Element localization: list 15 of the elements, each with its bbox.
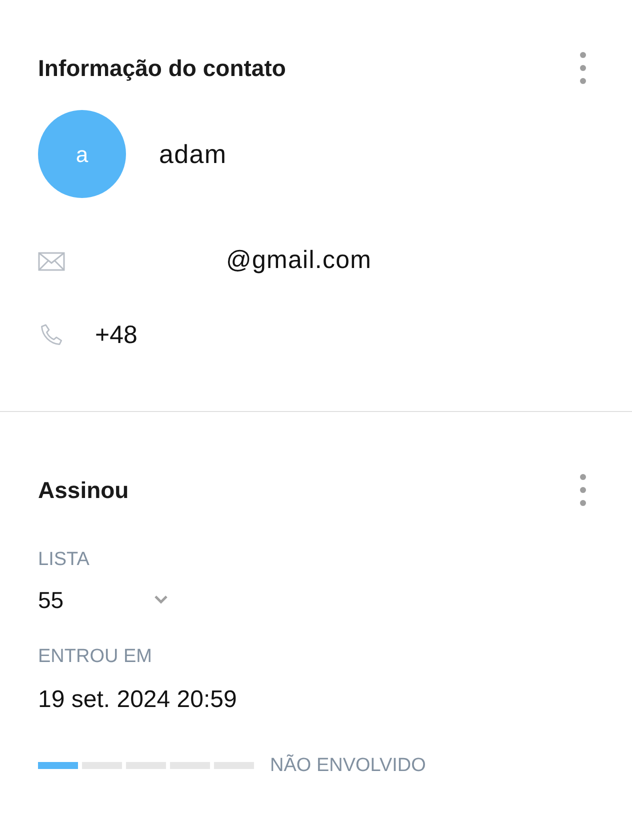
field-label: ENTROU EM xyxy=(38,645,153,669)
more-options-icon[interactable] xyxy=(580,473,586,507)
avatar: a xyxy=(38,110,126,198)
section-title: Assinou xyxy=(38,476,129,505)
phone-number: +48 xyxy=(95,320,138,352)
list-dropdown[interactable]: 55 xyxy=(38,582,168,617)
section-title: Informação do contato xyxy=(38,54,286,83)
field-label: LISTA xyxy=(38,548,90,572)
email-text: @gmail.com xyxy=(226,245,372,276)
more-options-icon[interactable] xyxy=(580,51,586,85)
envelope-icon xyxy=(38,252,65,270)
joined-date: 19 set. 2024 20:59 xyxy=(38,684,238,714)
contact-name: adam xyxy=(159,138,227,170)
chevron-down-icon xyxy=(154,595,168,604)
engagement-label: NÃO ENVOLVIDO xyxy=(270,753,426,778)
